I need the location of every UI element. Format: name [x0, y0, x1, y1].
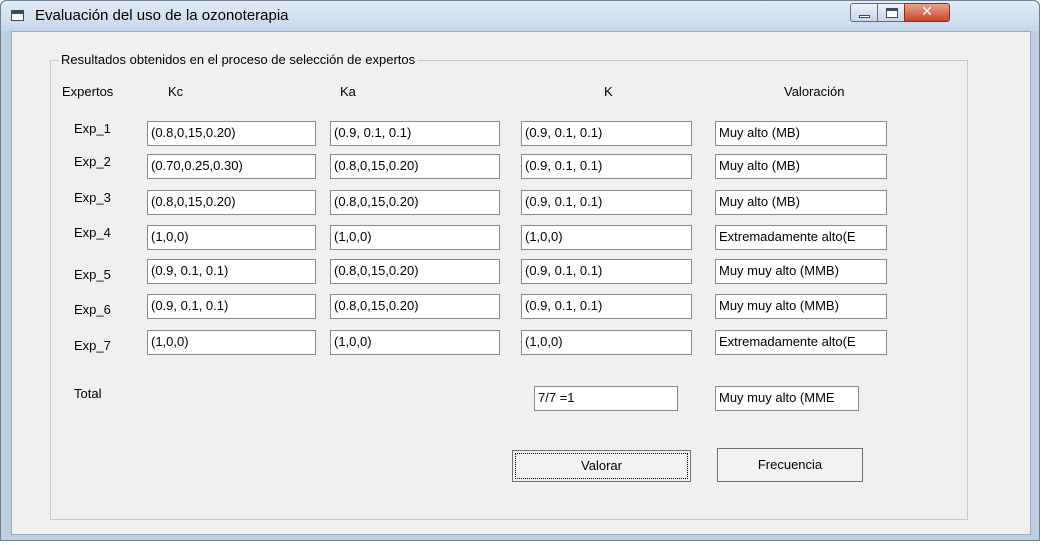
- header-expertos: Expertos: [62, 84, 114, 99]
- minimize-icon: [859, 15, 870, 18]
- maximize-icon: [886, 8, 898, 18]
- window-icon: [11, 10, 24, 21]
- form-client-area: Resultados obtenidos en el proceso de se…: [11, 31, 1031, 535]
- header-kc: Kc: [168, 84, 184, 99]
- total-valoracion-field[interactable]: Muy muy alto (MME: [715, 386, 859, 411]
- header-ka: Ka: [340, 84, 356, 99]
- window-title: Evaluación del uso de la ozonoterapia: [35, 7, 289, 24]
- kc-field[interactable]: (0.8,0,15,0.20): [147, 190, 316, 215]
- k-field[interactable]: (0.9, 0.1, 0.1): [521, 190, 692, 215]
- close-button[interactable]: ✕: [904, 3, 950, 22]
- ka-field[interactable]: (1,0,0): [330, 225, 500, 250]
- header-k: K: [604, 84, 613, 99]
- k-field[interactable]: (1,0,0): [521, 330, 692, 355]
- ka-field[interactable]: (0.8,0,15,0.20): [330, 294, 500, 319]
- valoracion-field[interactable]: Muy alto (MB): [715, 190, 887, 215]
- valoracion-field[interactable]: Muy muy alto (MMB): [715, 294, 887, 319]
- valoracion-field[interactable]: Muy alto (MB): [715, 154, 887, 179]
- valorar-button[interactable]: Valorar: [512, 450, 691, 482]
- app-window: Evaluación del uso de la ozonoterapia ✕ …: [0, 0, 1040, 541]
- expert-label: Exp_3: [74, 190, 111, 205]
- expert-label: Exp_5: [74, 267, 111, 282]
- frecuencia-button[interactable]: Frecuencia: [717, 448, 863, 482]
- close-icon: ✕: [921, 4, 933, 20]
- valoracion-field[interactable]: Muy alto (MB): [715, 121, 887, 146]
- expert-label: Exp_7: [74, 338, 111, 353]
- kc-field[interactable]: (1,0,0): [147, 225, 316, 250]
- expert-label: Exp_6: [74, 302, 111, 317]
- k-field[interactable]: (0.9, 0.1, 0.1): [521, 294, 692, 319]
- kc-field[interactable]: (1,0,0): [147, 330, 316, 355]
- valoracion-field[interactable]: Extremadamente alto(E: [715, 330, 887, 355]
- expert-label: Exp_1: [74, 121, 111, 136]
- k-field[interactable]: (0.9, 0.1, 0.1): [521, 154, 692, 179]
- expert-label: Exp_4: [74, 225, 111, 240]
- total-k-field[interactable]: 7/7 =1: [534, 386, 678, 411]
- ka-field[interactable]: (0.9, 0.1, 0.1): [330, 121, 500, 146]
- kc-field[interactable]: (0.8,0,15,0.20): [147, 121, 316, 146]
- kc-field[interactable]: (0.70,0.25,0.30): [147, 154, 316, 179]
- k-field[interactable]: (1,0,0): [521, 225, 692, 250]
- maximize-button[interactable]: [877, 3, 905, 22]
- title-bar[interactable]: Evaluación del uso de la ozonoterapia ✕: [1, 1, 1039, 31]
- ka-field[interactable]: (0.8,0,15,0.20): [330, 190, 500, 215]
- k-field[interactable]: (0.9, 0.1, 0.1): [521, 121, 692, 146]
- valoracion-field[interactable]: Extremadamente alto(E: [715, 225, 887, 250]
- total-label: Total: [74, 386, 102, 401]
- k-field[interactable]: (0.9, 0.1, 0.1): [521, 259, 692, 284]
- header-valoracion: Valoración: [784, 84, 845, 99]
- valoracion-field[interactable]: Muy muy alto (MMB): [715, 259, 887, 284]
- kc-field[interactable]: (0.9, 0.1, 0.1): [147, 259, 316, 284]
- groupbox-label: Resultados obtenidos en el proceso de se…: [59, 52, 418, 67]
- ka-field[interactable]: (0.8,0,15,0.20): [330, 154, 500, 179]
- ka-field[interactable]: (1,0,0): [330, 330, 500, 355]
- minimize-button[interactable]: [850, 3, 878, 22]
- expert-label: Exp_2: [74, 154, 111, 169]
- ka-field[interactable]: (0.8,0,15,0.20): [330, 259, 500, 284]
- kc-field[interactable]: (0.9, 0.1, 0.1): [147, 294, 316, 319]
